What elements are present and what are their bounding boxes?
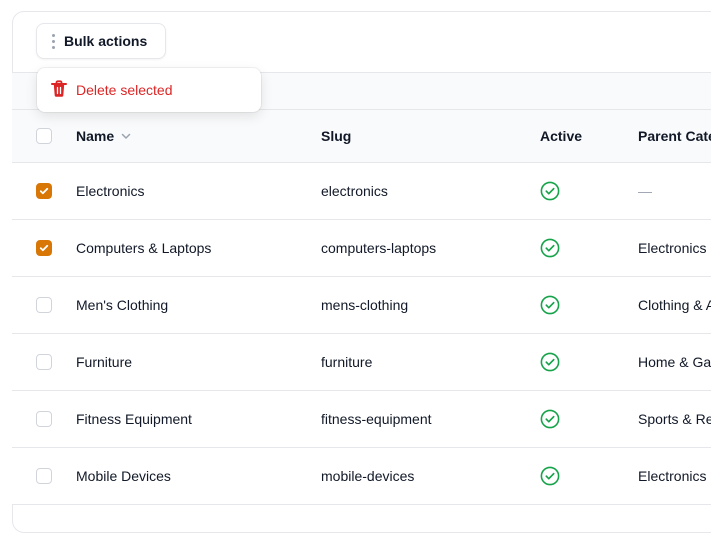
select-all-checkbox[interactable] (36, 128, 52, 144)
cell-slug: fitness-equipment (321, 411, 432, 427)
column-header-active: Active (540, 128, 583, 144)
table-header: Name Slug Active Parent Categ (12, 110, 711, 163)
cell-parent-category: Home & Gard (638, 354, 711, 370)
active-check-icon (540, 277, 560, 333)
cell-slug: computers-laptops (321, 240, 437, 256)
active-check-icon (540, 391, 560, 447)
table-toolbar: Bulk actions (12, 12, 711, 73)
cell-slug: electronics (321, 183, 388, 199)
table-row[interactable]: Fitness Equipment fitness-equipment Sports… (12, 391, 711, 448)
cell-slug: mens-clothing (321, 297, 409, 313)
row-select-checkbox[interactable] (36, 297, 52, 313)
bulk-actions-button[interactable]: Bulk actions (36, 23, 166, 59)
bulk-actions-label: Bulk actions (64, 33, 148, 49)
cell-name: Mobile Devices (76, 468, 171, 484)
column-header-name[interactable]: Name (76, 110, 132, 162)
table-row[interactable]: Computers & Laptops computers-laptops Elec… (12, 220, 711, 277)
row-select-checkbox[interactable] (36, 411, 52, 427)
delete-selected-label: Delete selected (76, 82, 173, 98)
check-icon (39, 186, 49, 196)
cell-name: Furniture (76, 354, 133, 370)
trash-icon (51, 79, 67, 101)
chevron-down-icon (120, 130, 132, 142)
column-header-slug: Slug (321, 128, 352, 144)
cell-parent-category: — (638, 183, 652, 199)
check-icon (39, 243, 49, 253)
active-check-icon (540, 448, 560, 504)
row-select-checkbox[interactable] (36, 183, 52, 199)
cell-slug: furniture (321, 354, 373, 370)
cell-name: Computers & Laptops (76, 240, 212, 256)
cell-parent-category: Electronics (638, 240, 707, 256)
table-row[interactable]: Mobile Devices mobile-devices Electronics (12, 448, 711, 505)
cell-slug: mobile-devices (321, 468, 415, 484)
delete-selected-menu-item[interactable]: Delete selected (37, 68, 261, 112)
table-row[interactable]: Electronics electronics — (12, 163, 711, 220)
cell-parent-category: Sports & Re (638, 411, 711, 427)
row-select-checkbox[interactable] (36, 240, 52, 256)
cell-parent-category: Clothing & A (638, 297, 711, 313)
row-select-checkbox[interactable] (36, 468, 52, 484)
active-check-icon (540, 334, 560, 390)
cell-parent-category: Electronics (638, 468, 707, 484)
cell-name: Fitness Equipment (76, 411, 192, 427)
cell-name: Electronics (76, 183, 145, 199)
vertical-dots-icon (52, 33, 55, 49)
table-row[interactable]: Furniture furniture Home & Gard (12, 334, 711, 391)
active-check-icon (540, 220, 560, 276)
column-header-parent-category: Parent Categ (638, 128, 711, 144)
cell-name: Men's Clothing (76, 297, 169, 313)
row-select-checkbox[interactable] (36, 354, 52, 370)
bulk-actions-dropdown: Delete selected (37, 68, 261, 112)
table-row[interactable]: Men's Clothing mens-clothing Clothing & A (12, 277, 711, 334)
active-check-icon (540, 163, 560, 219)
